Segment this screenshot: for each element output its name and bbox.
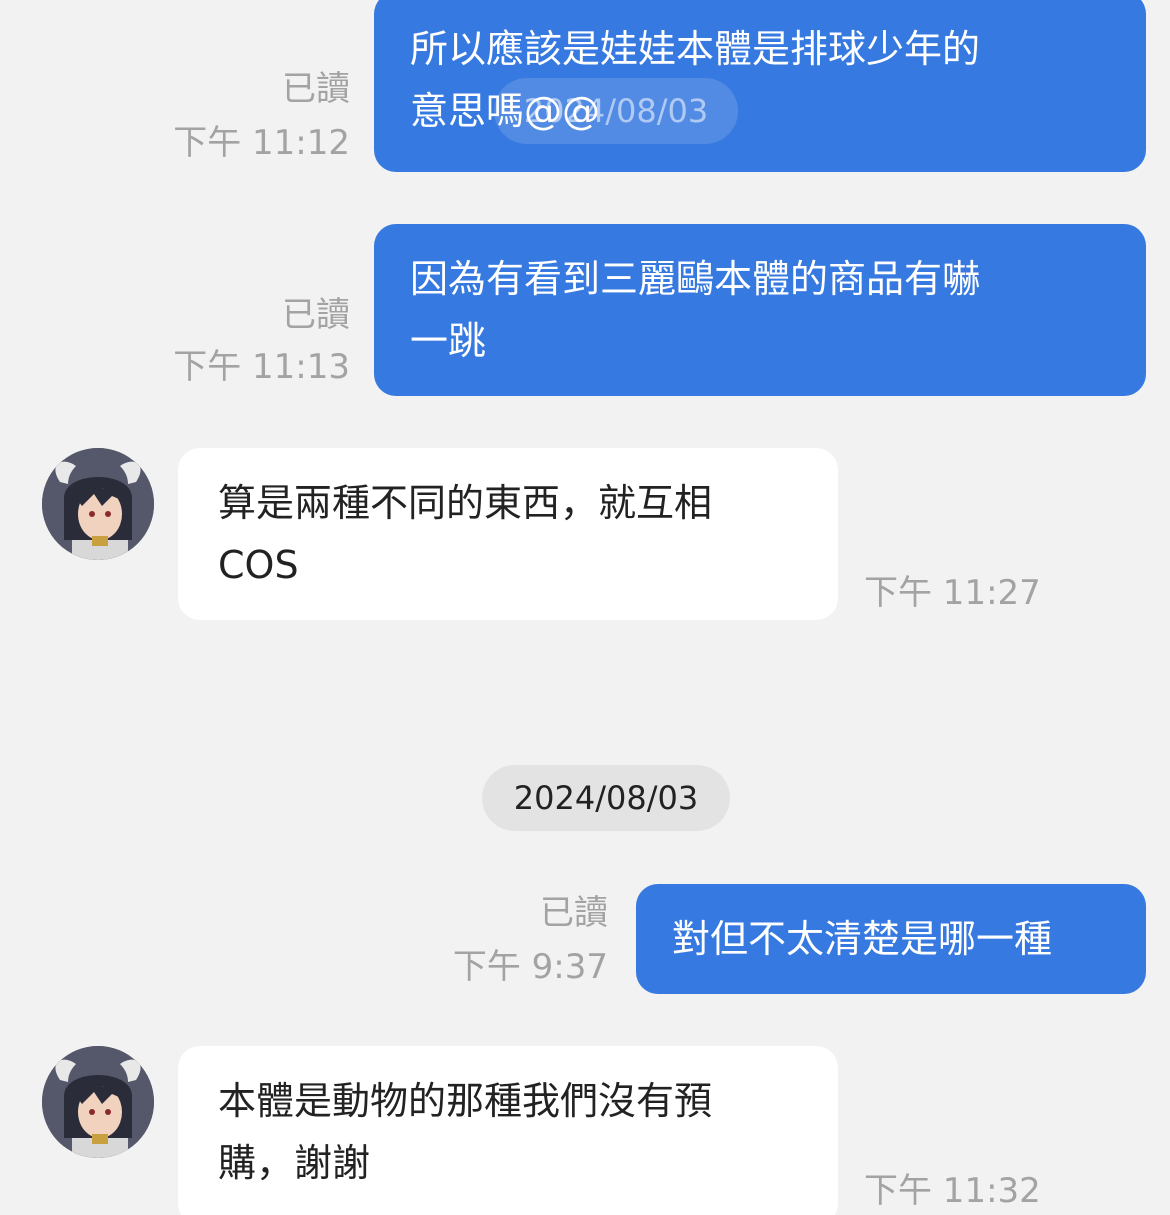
message-timestamp: 下午 11:13 [173,347,350,387]
incoming-message-bubble[interactable]: 算是兩種不同的東西，就互相 COS [178,448,838,620]
floating-date-indicator: 2024/08/03 [494,78,738,144]
anime-character-avatar-icon [42,448,154,560]
message-read-status: 已讀 [282,69,350,109]
message-timestamp: 下午 9:37 [452,947,608,987]
date-separator: 2024/08/03 [482,765,730,831]
message-timestamp: 下午 11:27 [864,573,1041,613]
outgoing-message-bubble[interactable]: 對但不太清楚是哪一種 [636,884,1146,994]
chat-message-list[interactable]: 已讀 下午 11:12 所以應該是娃娃本體是排球少年的 意思嗎@@ 2024/0… [0,0,1170,1215]
anime-character-avatar-icon [42,1046,154,1158]
outgoing-message-bubble[interactable]: 因為有看到三麗鷗本體的商品有嚇 一跳 [374,224,1146,396]
message-read-status: 已讀 [282,295,350,335]
message-timestamp: 下午 11:32 [864,1171,1041,1211]
outgoing-message-bubble[interactable]: 所以應該是娃娃本體是排球少年的 意思嗎@@ [374,0,1146,172]
contact-avatar[interactable] [42,1046,154,1158]
message-read-status: 已讀 [540,893,608,933]
message-timestamp: 下午 11:12 [173,123,350,163]
contact-avatar[interactable] [42,448,154,560]
incoming-message-bubble[interactable]: 本體是動物的那種我們沒有預 購，謝謝 [178,1046,838,1215]
